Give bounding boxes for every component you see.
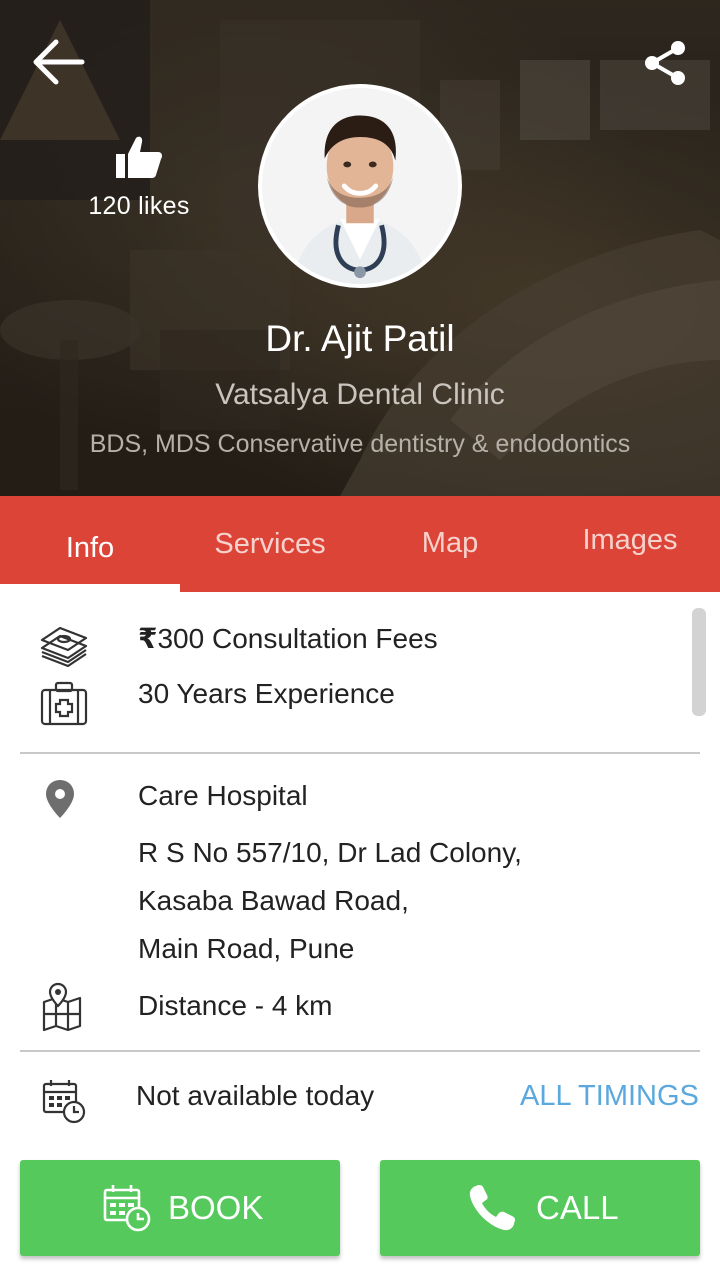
book-button-label: BOOK [168,1189,264,1226]
calendar-clock-icon [103,1185,151,1232]
share-icon [645,41,685,85]
tab-services[interactable]: Services [180,496,360,592]
experience-text: 30 Years Experience [138,678,395,709]
address-line-1: R S No 557/10, Dr Lad Colony, [138,837,522,868]
address-line-2: Kasaba Bawad Road, [138,885,409,916]
arrow-left-icon [33,39,85,85]
book-button[interactable]: BOOK [20,1160,340,1256]
call-button[interactable]: CALL [380,1160,700,1256]
rupee-symbol: ₹ [138,623,158,654]
likes-count: 120 likes [88,192,190,220]
tab-map[interactable]: Map [360,496,540,592]
section-divider [20,752,700,754]
back-button[interactable] [30,36,86,88]
doctor-photo [262,88,458,284]
map-pin-icon [46,780,74,818]
tab-images[interactable]: Images [540,496,720,592]
profile-header: 120 likes Dr. Ajit Patil Vatsalya Dental… [0,0,720,496]
medical-kit-icon [40,681,88,726]
info-panel: ₹300 Consultation Fees 30 Years Experien… [0,592,720,1280]
tab-info[interactable]: Info [0,496,180,592]
hospital-name: Care Hospital [138,780,308,811]
calendar-clock-icon [42,1080,86,1124]
thumbs-up-icon [116,136,162,178]
likes-counter[interactable]: 120 likes [84,134,194,221]
distance-text: Distance - 4 km [138,990,333,1021]
doctor-qualification: BDS, MDS Conservative dentistry & endodo… [89,430,631,458]
scrollbar[interactable] [692,608,706,716]
all-timings-link[interactable]: ALL TIMINGS [520,1080,699,1113]
consultation-fees: 300 Consultation Fees [157,623,438,654]
share-button[interactable] [640,38,690,88]
section-divider [20,1050,700,1052]
address-line-3: Main Road, Pune [138,933,355,964]
profile-tab-bar: Info Services Map Images [0,496,720,592]
doctor-avatar [258,84,462,288]
doctor-name: Dr. Ajit Patil [265,318,455,359]
clinic-name: Vatsalya Dental Clinic [215,378,505,411]
phone-icon [469,1185,515,1231]
money-stack-icon [40,626,88,668]
map-icon [42,982,82,1032]
availability-text: Not available today [136,1080,375,1111]
call-button-label: CALL [536,1189,619,1226]
